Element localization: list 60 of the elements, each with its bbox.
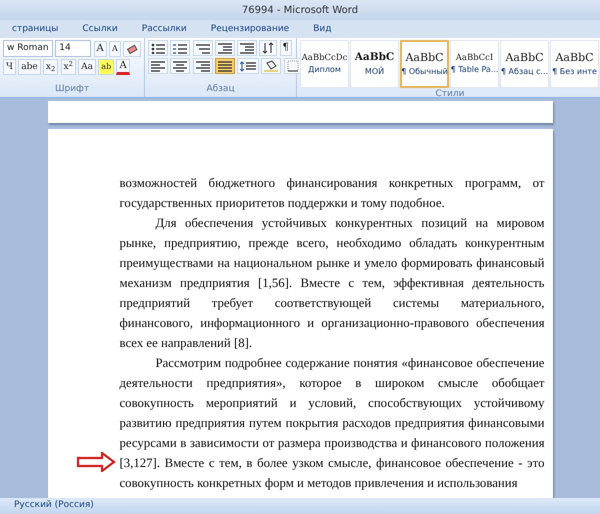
paragraph: Рассмотрим подробнее содержание понятия «финансовое обеспечение деятельности предприятия», которое в широком смысле обобщает совокупность мероприятий и условий, способствующих устойчивому развитию предприятия путем покрытия расходов предприятия финансовыми ресурсами в зависимости от размера производства и финансового положения [3,127]. Вместе с тем, в более узком смысле, финансовое обеспечение - это совокупность конкретных форм и методов привлечения и использования [120, 355, 544, 492]
ribbon-tab[interactable]: Ссылки [70, 20, 130, 38]
ribbon-tab[interactable]: Рассылки [130, 20, 199, 38]
ribbon-tab[interactable]: страницы [0, 20, 70, 38]
increase-indent-icon [240, 42, 254, 54]
borders-button[interactable] [284, 58, 302, 74]
show-formatting-button[interactable]: ¶ [280, 40, 292, 56]
bullet-list-button[interactable] [148, 40, 168, 56]
paragraph: возможностей бюджетного финансирования конкретных программ, от государственных приоритетов поддержки и тому подобное. [120, 175, 544, 212]
sort-button[interactable] [259, 40, 278, 56]
group-label: Стили [434, 88, 466, 101]
align-right-button[interactable] [192, 58, 213, 74]
decrease-indent-icon [218, 42, 232, 54]
bullet-list-icon [151, 42, 166, 54]
style-item[interactable]: AaBbC МОЙ [350, 40, 400, 88]
font-name-field[interactable]: w Roman [3, 40, 53, 57]
align-center-icon [173, 60, 188, 72]
format-button[interactable]: x$^{2}$ [60, 59, 76, 76]
sort-icon [262, 42, 274, 54]
format-button[interactable]: Ч [3, 59, 16, 76]
eraser-button[interactable] [123, 40, 142, 56]
style-item[interactable]: AaBbC ¶ Обычный [400, 40, 450, 88]
align-justify-icon [218, 60, 232, 72]
group-label: Шрифт [54, 82, 90, 96]
numbered-list-button[interactable] [170, 40, 190, 56]
window-title: 76994 - Microsoft Word [242, 4, 358, 18]
style-item[interactable]: AaBbCcI ¶ Table Pa... [450, 40, 500, 88]
style-item[interactable]: AaBbC ¶ Без инте [550, 40, 600, 88]
increase-indent-button[interactable] [237, 40, 258, 56]
borders-icon [286, 60, 299, 72]
font-size-field[interactable]: 14 [55, 40, 92, 57]
highlight-button[interactable]: ab [98, 59, 114, 76]
numbered-list-icon [173, 42, 188, 54]
ribbon-tab[interactable]: Вид [301, 20, 344, 38]
eraser-icon [126, 42, 138, 54]
align-left-icon [151, 60, 166, 72]
language-status[interactable]: Русский (Россия) [14, 499, 94, 513]
line-spacing-button[interactable] [237, 58, 260, 74]
style-item[interactable]: AaBbC ¶ Абзац с... [500, 40, 550, 88]
font-color-button[interactable]: A [116, 59, 130, 76]
line-spacing-icon [240, 60, 256, 72]
align-center-button[interactable] [170, 58, 190, 74]
format-button[interactable]: abe [18, 59, 41, 76]
shrink-font-button[interactable]: A [108, 40, 121, 56]
style-item[interactable]: AaBbCcDc Диплом [300, 40, 350, 88]
multilevel-list-button[interactable] [192, 40, 213, 56]
paint-bucket-button[interactable] [261, 58, 282, 74]
align-left-button[interactable] [148, 58, 168, 74]
align-justify-button[interactable] [214, 58, 235, 74]
ribbon-tab[interactable]: Рецензирование [198, 20, 302, 38]
format-button[interactable]: x$_{2}$ [42, 59, 58, 76]
paragraph: Для обеспечения устойчивых конкурентных позиций на мировом рынке, предприятию, прежде всего, необходимо обладать конкурентным преимуществами на национальном рынке и умело формировать финансовый механизм предприятия [1,56]. Вместе с тем, эффективная деятельность предприятий требует соответствующей системы материального, финансового, информационного и организационно-правового обеспечения всех ее направлений [8]. [120, 215, 544, 352]
decrease-indent-button[interactable] [214, 40, 235, 56]
multilevel-list-icon [196, 42, 210, 54]
format-button[interactable]: Aa [78, 59, 96, 76]
align-right-icon [196, 60, 210, 72]
grow-font-button[interactable]: A [94, 40, 107, 56]
group-label: Абзац [205, 82, 236, 96]
paint-bucket-icon [264, 60, 278, 72]
arrow-icon [76, 452, 116, 472]
